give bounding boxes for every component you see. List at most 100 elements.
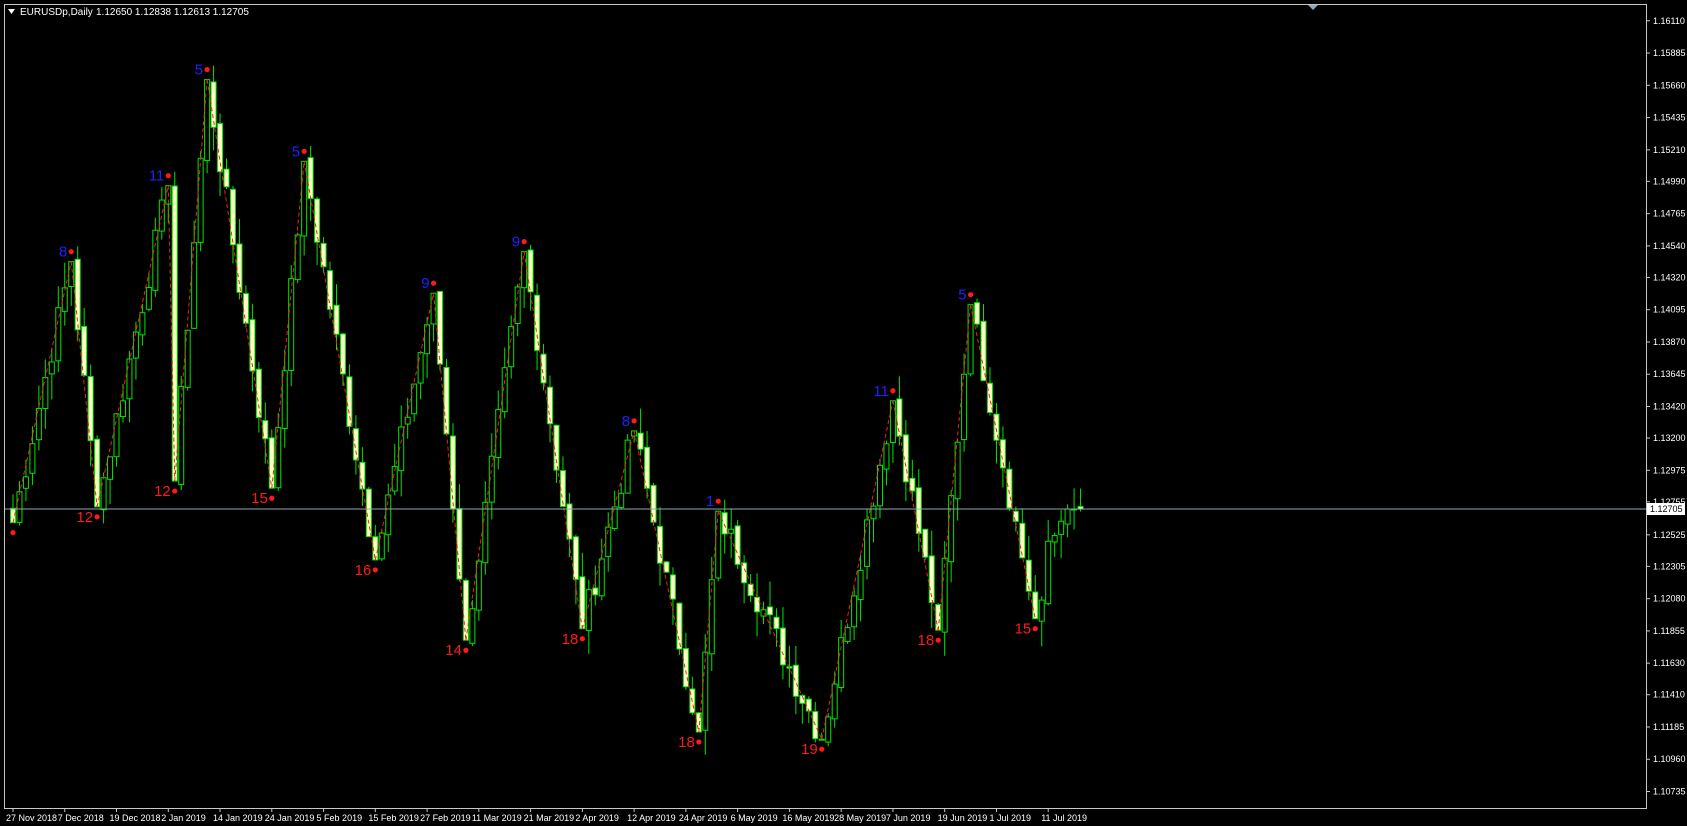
pivot-dot <box>269 495 275 501</box>
pivot-dot <box>715 498 721 504</box>
price-tick-label: 1.12080 <box>1653 594 1686 604</box>
wave-count-label: 9 <box>512 234 520 251</box>
pivot-dot <box>631 418 637 424</box>
candle <box>935 603 942 631</box>
pivot-dot <box>967 292 974 298</box>
candle-body <box>16 491 23 523</box>
candle <box>443 359 450 436</box>
wave-count-label: 15 <box>251 490 268 507</box>
bid-price-value: 1.12705 <box>1650 504 1683 514</box>
price-tick-label: 1.12525 <box>1653 530 1686 540</box>
candle-body <box>242 293 249 324</box>
candle <box>676 602 683 655</box>
candle-body <box>1012 510 1019 522</box>
candle-body <box>941 557 948 633</box>
candle-body <box>922 528 929 558</box>
candle-body <box>191 242 198 329</box>
candle-body <box>831 683 838 720</box>
price-tick-label: 1.15210 <box>1653 145 1686 155</box>
candle-body <box>1019 522 1026 559</box>
date-tick-label: 7 Dec 2018 <box>58 813 104 823</box>
candle-body <box>100 477 107 511</box>
date-tick-label: 12 Apr 2019 <box>627 813 676 823</box>
candle-body <box>954 441 961 500</box>
chart-header: EURUSDp,Daily 1.12650 1.12838 1.12613 1.… <box>8 7 249 18</box>
candle-body <box>1032 591 1039 620</box>
candle-body <box>915 487 922 534</box>
date-tick-label: 1 Jul 2019 <box>989 813 1031 823</box>
price-tick-label: 1.10960 <box>1653 754 1686 764</box>
candle-body <box>585 589 592 631</box>
candle-body <box>715 510 722 579</box>
wave-count-label: 1 <box>706 493 714 510</box>
candle-body <box>592 587 599 596</box>
candle-body <box>139 312 146 336</box>
candle-body <box>669 574 676 600</box>
price-tick-label: 1.11630 <box>1653 658 1685 668</box>
candle-body <box>624 439 631 494</box>
wave-count-label: 8 <box>59 244 67 261</box>
wave-count-label: 18 <box>562 631 579 648</box>
price-tick-label: 1.13200 <box>1653 433 1686 443</box>
candle-body <box>598 558 605 597</box>
wave-count-label: 12 <box>76 509 93 526</box>
candle-body <box>152 229 159 291</box>
date-tick-label: 2 Apr 2019 <box>575 813 619 823</box>
candle-body <box>857 569 864 601</box>
pivot-dot <box>10 530 16 536</box>
candle-body <box>320 242 327 268</box>
wave-count-label: 5 <box>195 62 203 79</box>
pivot-dot <box>1032 626 1038 632</box>
pivot-dot <box>301 148 307 154</box>
price-tick-label: 1.10735 <box>1653 787 1686 797</box>
pivot-dot <box>463 647 469 653</box>
candle-body <box>42 376 49 409</box>
candle-body <box>61 287 68 312</box>
wave-count-label: 5 <box>958 287 966 304</box>
candle-body <box>805 698 812 712</box>
candle-body <box>1045 540 1052 605</box>
candle-body <box>702 651 709 731</box>
pivot-dot <box>94 514 100 520</box>
candle-body <box>229 188 236 246</box>
date-tick-label: 14 Jan 2019 <box>213 813 263 823</box>
price-tick-label: 1.15435 <box>1653 113 1686 123</box>
price-chart[interactable]: 8 12 11 12 5 15 5 16 9 14 9 18 8 18 1 19 11 18 5 15 1.16110… <box>0 0 1687 826</box>
price-tick-label: 1.14540 <box>1653 241 1686 251</box>
price-tick-label: 1.11855 <box>1653 626 1685 636</box>
candle <box>197 151 204 252</box>
date-tick-label: 16 May 2019 <box>782 813 834 823</box>
price-tick-label: 1.15660 <box>1653 80 1686 90</box>
candle <box>94 435 101 508</box>
date-tick-label: 27 Nov 2018 <box>6 813 57 823</box>
pivot-dot <box>696 739 702 745</box>
candle <box>715 510 722 582</box>
candle-body <box>1038 599 1045 622</box>
candle-body <box>818 738 825 741</box>
candle-body <box>676 602 683 650</box>
wave-count-label: 11 <box>873 383 889 400</box>
price-tick-label: 1.11185 <box>1653 722 1684 732</box>
candle-body <box>314 198 321 243</box>
candle-body <box>521 251 528 289</box>
chart-canvas[interactable]: 8 12 11 12 5 15 5 16 9 14 9 18 8 18 1 19 11 18 5 15 1.16110… <box>0 0 1687 826</box>
date-tick-label: 7 Jun 2019 <box>886 813 931 823</box>
candle-body <box>223 168 230 188</box>
candle-body <box>301 160 308 237</box>
wave-count-label: 12 <box>154 483 171 500</box>
candle <box>365 486 372 538</box>
candle-body <box>29 443 36 474</box>
candle-body <box>417 352 424 384</box>
candle <box>294 232 301 284</box>
candle-body <box>1006 468 1013 509</box>
price-tick-label: 1.13420 <box>1653 402 1686 412</box>
pivot-dot <box>372 567 378 573</box>
date-tick-label: 24 Jan 2019 <box>265 813 315 823</box>
pivot-dot <box>579 636 585 642</box>
wave-count-label: 14 <box>445 642 462 659</box>
candle-body <box>171 185 178 482</box>
date-tick-label: 6 May 2019 <box>731 813 778 823</box>
candle-body <box>896 398 903 437</box>
candle-body <box>443 366 450 435</box>
date-tick-label: 28 May 2019 <box>834 813 886 823</box>
